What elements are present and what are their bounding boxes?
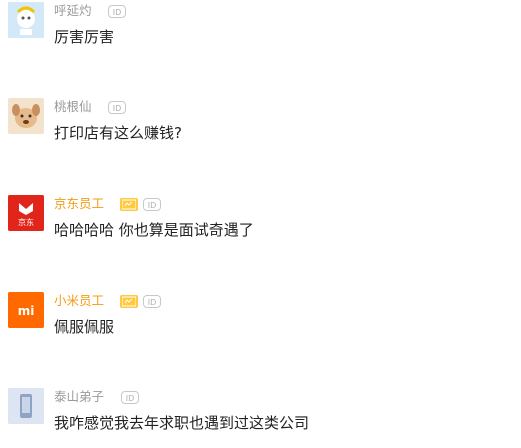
id-badge: ID: [143, 197, 161, 211]
id-badge: ID: [108, 100, 126, 114]
username[interactable]: 小米员工: [54, 292, 104, 310]
avatar[interactable]: [8, 2, 44, 38]
comment-item: 京东 京东员工 ID 哈哈哈哈 你也算是面试奇遇了: [0, 195, 521, 255]
dog-avatar-icon: [8, 98, 44, 134]
username[interactable]: 泰山弟子: [54, 388, 104, 406]
comment-item: 呼延灼 ID 厉害厉害: [0, 2, 521, 62]
jd-logo-icon: 京东: [8, 195, 44, 231]
id-badge: ID: [108, 4, 126, 18]
comment-text: 哈哈哈哈 你也算是面试奇遇了: [54, 221, 254, 239]
id-badge: ID: [143, 294, 161, 308]
username[interactable]: 京东员工: [54, 195, 104, 213]
comment-text: 厉害厉害: [54, 28, 115, 46]
username[interactable]: 呼延灼: [54, 2, 92, 20]
username[interactable]: 桃根仙: [54, 98, 92, 116]
id-badge: ID: [121, 390, 139, 404]
mi-logo-text: mi: [18, 304, 35, 318]
comment-item: mi 小米员工 ID 佩服佩服: [0, 292, 521, 352]
avatar[interactable]: mi: [8, 292, 44, 328]
comment-text: 我咋感觉我去年求职也遇到过这类公司: [54, 414, 310, 432]
comment-text: 打印店有这么赚钱?: [54, 124, 182, 142]
verified-icon: [120, 294, 138, 308]
jd-logo-text: 京东: [18, 217, 34, 227]
avatar[interactable]: [8, 388, 44, 424]
comment-item: 桃根仙 ID 打印店有这么赚钱?: [0, 98, 521, 158]
mi-logo-icon: mi: [8, 292, 44, 328]
cartoon-avatar-icon: [8, 2, 44, 38]
comment-text: 佩服佩服: [54, 318, 115, 336]
comment-item: 泰山弟子 ID 我咋感觉我去年求职也遇到过这类公司: [0, 388, 521, 448]
phone-avatar-icon: [8, 388, 44, 424]
avatar[interactable]: 京东: [8, 195, 44, 231]
avatar[interactable]: [8, 98, 44, 134]
verified-icon: [120, 197, 138, 211]
